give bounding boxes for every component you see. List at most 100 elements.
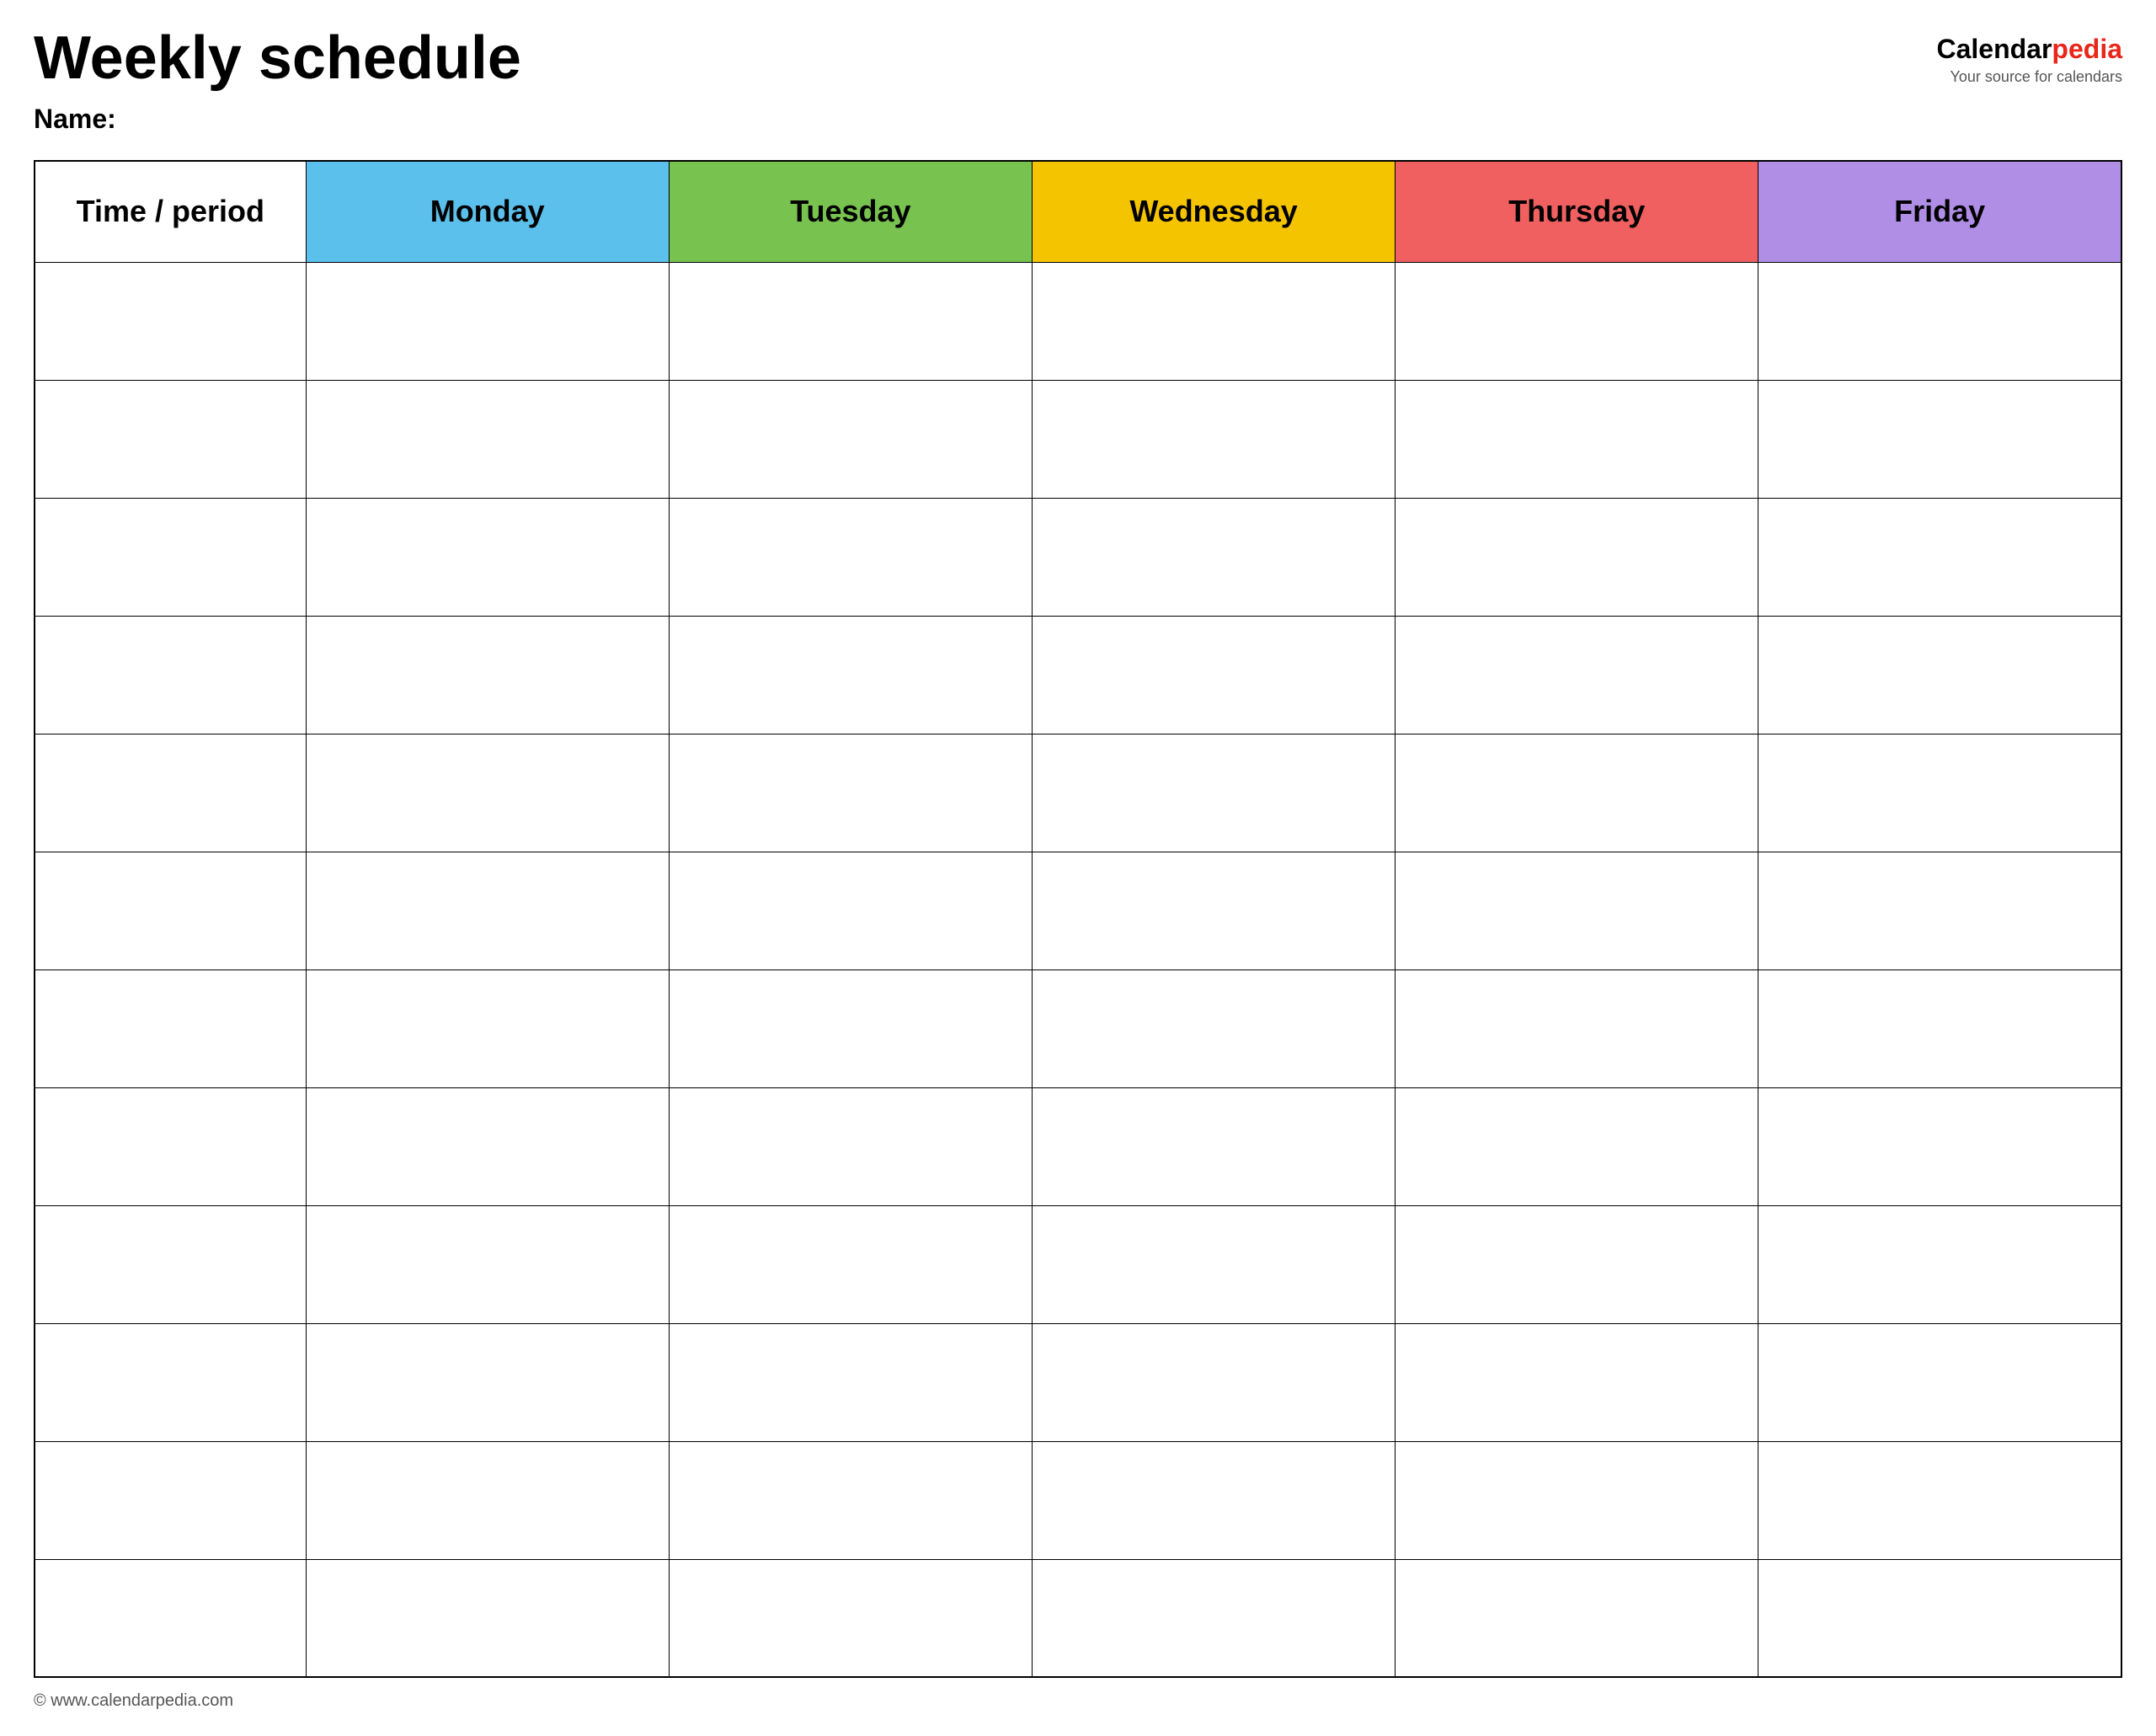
cell-row2-col2[interactable] [669, 498, 1032, 616]
cell-row8-col0[interactable] [35, 1205, 306, 1323]
table-row[interactable] [35, 1441, 2121, 1559]
cell-row6-col4[interactable] [1396, 969, 1758, 1087]
cell-row5-col0[interactable] [35, 852, 306, 969]
cell-row1-col1[interactable] [306, 380, 669, 498]
table-row[interactable] [35, 498, 2121, 616]
cell-row7-col3[interactable] [1032, 1087, 1395, 1205]
cell-row1-col5[interactable] [1758, 380, 2121, 498]
footer: © www.calendarpedia.com [34, 1691, 2122, 1711]
cell-row8-col3[interactable] [1032, 1205, 1395, 1323]
cell-row8-col4[interactable] [1396, 1205, 1758, 1323]
logo-calendar: Calendar [1936, 34, 2052, 64]
table-row[interactable] [35, 262, 2121, 380]
cell-row11-col5[interactable] [1758, 1559, 2121, 1677]
cell-row7-col4[interactable] [1396, 1087, 1758, 1205]
cell-row3-col5[interactable] [1758, 616, 2121, 734]
cell-row7-col0[interactable] [35, 1087, 306, 1205]
header-row: Time / period Monday Tuesday Wednesday T… [35, 161, 2121, 262]
table-row[interactable] [35, 1323, 2121, 1441]
cell-row5-col3[interactable] [1032, 852, 1395, 969]
table-row[interactable] [35, 1559, 2121, 1677]
cell-row8-col5[interactable] [1758, 1205, 2121, 1323]
cell-row2-col5[interactable] [1758, 498, 2121, 616]
cell-row8-col1[interactable] [306, 1205, 669, 1323]
cell-row3-col2[interactable] [669, 616, 1032, 734]
cell-row10-col3[interactable] [1032, 1441, 1395, 1559]
col-header-thursday: Thursday [1396, 161, 1758, 262]
cell-row3-col3[interactable] [1032, 616, 1395, 734]
cell-row10-col0[interactable] [35, 1441, 306, 1559]
cell-row2-col4[interactable] [1396, 498, 1758, 616]
cell-row9-col5[interactable] [1758, 1323, 2121, 1441]
cell-row5-col4[interactable] [1396, 852, 1758, 969]
title-area: Weekly schedule Name: [34, 25, 1936, 135]
name-label: Name: [34, 104, 1936, 135]
cell-row3-col0[interactable] [35, 616, 306, 734]
cell-row2-col0[interactable] [35, 498, 306, 616]
page-title: Weekly schedule [34, 25, 1936, 92]
cell-row5-col2[interactable] [669, 852, 1032, 969]
cell-row4-col3[interactable] [1032, 734, 1395, 852]
cell-row2-col1[interactable] [306, 498, 669, 616]
cell-row7-col5[interactable] [1758, 1087, 2121, 1205]
table-row[interactable] [35, 852, 2121, 969]
logo-area: Calendarpedia Your source for calendars [1936, 34, 2122, 86]
cell-row6-col1[interactable] [306, 969, 669, 1087]
cell-row6-col5[interactable] [1758, 969, 2121, 1087]
table-row[interactable] [35, 1087, 2121, 1205]
cell-row9-col3[interactable] [1032, 1323, 1395, 1441]
cell-row1-col2[interactable] [669, 380, 1032, 498]
table-row[interactable] [35, 734, 2121, 852]
cell-row1-col0[interactable] [35, 380, 306, 498]
cell-row0-col1[interactable] [306, 262, 669, 380]
table-row[interactable] [35, 616, 2121, 734]
cell-row4-col1[interactable] [306, 734, 669, 852]
cell-row0-col5[interactable] [1758, 262, 2121, 380]
col-header-monday: Monday [306, 161, 669, 262]
cell-row9-col2[interactable] [669, 1323, 1032, 1441]
cell-row7-col2[interactable] [669, 1087, 1032, 1205]
cell-row7-col1[interactable] [306, 1087, 669, 1205]
cell-row0-col2[interactable] [669, 262, 1032, 380]
cell-row2-col3[interactable] [1032, 498, 1395, 616]
cell-row1-col3[interactable] [1032, 380, 1395, 498]
cell-row10-col5[interactable] [1758, 1441, 2121, 1559]
cell-row10-col1[interactable] [306, 1441, 669, 1559]
cell-row10-col2[interactable] [669, 1441, 1032, 1559]
cell-row6-col2[interactable] [669, 969, 1032, 1087]
cell-row0-col3[interactable] [1032, 262, 1395, 380]
col-header-friday: Friday [1758, 161, 2121, 262]
cell-row4-col0[interactable] [35, 734, 306, 852]
cell-row9-col0[interactable] [35, 1323, 306, 1441]
logo-pedia: pedia [2052, 34, 2122, 64]
col-header-time: Time / period [35, 161, 306, 262]
cell-row4-col4[interactable] [1396, 734, 1758, 852]
col-header-tuesday: Tuesday [669, 161, 1032, 262]
cell-row4-col2[interactable] [669, 734, 1032, 852]
cell-row6-col0[interactable] [35, 969, 306, 1087]
cell-row10-col4[interactable] [1396, 1441, 1758, 1559]
cell-row0-col4[interactable] [1396, 262, 1758, 380]
cell-row11-col1[interactable] [306, 1559, 669, 1677]
cell-row11-col3[interactable] [1032, 1559, 1395, 1677]
cell-row9-col1[interactable] [306, 1323, 669, 1441]
cell-row6-col3[interactable] [1032, 969, 1395, 1087]
cell-row11-col2[interactable] [669, 1559, 1032, 1677]
cell-row3-col1[interactable] [306, 616, 669, 734]
page-header: Weekly schedule Name: Calendarpedia Your… [34, 25, 2122, 135]
cell-row3-col4[interactable] [1396, 616, 1758, 734]
cell-row9-col4[interactable] [1396, 1323, 1758, 1441]
cell-row11-col0[interactable] [35, 1559, 306, 1677]
table-row[interactable] [35, 1205, 2121, 1323]
cell-row4-col5[interactable] [1758, 734, 2121, 852]
table-row[interactable] [35, 380, 2121, 498]
schedule-table: Time / period Monday Tuesday Wednesday T… [34, 160, 2122, 1678]
cell-row8-col2[interactable] [669, 1205, 1032, 1323]
cell-row11-col4[interactable] [1396, 1559, 1758, 1677]
cell-row1-col4[interactable] [1396, 380, 1758, 498]
table-row[interactable] [35, 969, 2121, 1087]
cell-row5-col1[interactable] [306, 852, 669, 969]
cell-row5-col5[interactable] [1758, 852, 2121, 969]
footer-url: © www.calendarpedia.com [34, 1691, 233, 1710]
cell-row0-col0[interactable] [35, 262, 306, 380]
